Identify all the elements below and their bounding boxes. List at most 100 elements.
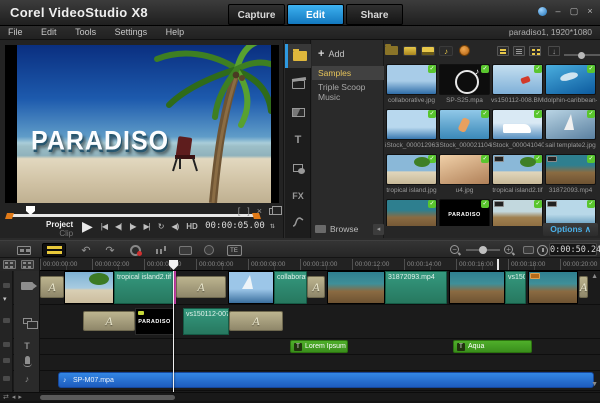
transition-clip[interactable]: A	[579, 276, 588, 298]
transition-icon[interactable]	[285, 100, 311, 124]
library-item[interactable]: ✓SP-S25.mpa	[438, 64, 491, 104]
project-mode-label[interactable]: Project	[46, 220, 73, 229]
subtitle-editor-icon[interactable]: TE	[224, 243, 244, 257]
library-item[interactable]: ✓dolphin-caribbean-crui...	[544, 64, 597, 104]
library-thumbnail[interactable]: ✓	[386, 64, 437, 95]
preview-video[interactable]: PARADISO	[5, 45, 279, 203]
maximize-button[interactable]: ▢	[569, 6, 579, 16]
clip-trim-edge[interactable]	[174, 271, 176, 304]
library-item[interactable]: ✓u4.jpg	[438, 154, 491, 194]
music-clip[interactable]: ♪SP-M07.mpa	[58, 372, 594, 388]
thumbnail-zoom-slider[interactable]	[564, 54, 600, 56]
transition-clip[interactable]: A	[176, 276, 226, 298]
title-track-icon[interactable]: T	[14, 341, 40, 351]
undo-button[interactable]: ↶	[78, 243, 94, 257]
auto-music-icon[interactable]	[176, 243, 194, 257]
music-track-icon[interactable]: ♪	[14, 374, 40, 384]
library-thumbnail[interactable]: ✓	[492, 109, 543, 140]
fit-project-icon[interactable]	[520, 243, 536, 257]
timeline-ruler[interactable]: 00:00:00:0000:00:02:0000:00:04:0000:00:0…	[0, 258, 600, 271]
library-thumbnail[interactable]: ✓	[386, 154, 437, 185]
enlarge-preview-button[interactable]	[269, 208, 277, 215]
library-thumbnail[interactable]: ✓	[545, 109, 596, 140]
next-frame-button[interactable]: |▶	[129, 222, 135, 231]
tracks-scroll-down-icon[interactable]: ▼	[591, 381, 598, 388]
options-button[interactable]: Options ∧	[543, 223, 598, 236]
detail-view-icon[interactable]	[513, 46, 525, 56]
tab-capture[interactable]: Capture	[228, 4, 285, 25]
library-thumbnail[interactable]: ✓	[492, 64, 543, 95]
video-track-mute-icon[interactable]	[3, 283, 10, 288]
library-item[interactable]: ✓	[491, 199, 544, 226]
sort-icon[interactable]: ↓	[548, 46, 560, 56]
tab-edit[interactable]: Edit	[287, 4, 344, 25]
folder-triple-scoop[interactable]: Triple Scoop Music	[312, 80, 384, 104]
timeline-hscrollbar[interactable]: ⇄◂▸	[0, 392, 600, 401]
repeat-button[interactable]: ↻	[158, 222, 164, 231]
library-thumbnail[interactable]: ✓	[492, 154, 543, 185]
library-item[interactable]: ✓tropical island.jpg	[385, 154, 438, 194]
volume-button[interactable]: ◀)	[171, 222, 178, 231]
transition-clip[interactable]: A	[83, 311, 135, 331]
minimize-button[interactable]: –	[553, 6, 563, 16]
library-item[interactable]: ✓	[544, 199, 597, 226]
record-capture-icon[interactable]	[126, 243, 144, 257]
show-audio-icon[interactable]: ♪	[439, 46, 453, 56]
tracks-scroll-up-icon[interactable]: ▲	[591, 273, 598, 280]
menu-file[interactable]: File	[0, 26, 31, 38]
library-thumbnail[interactable]: ✓	[545, 64, 596, 95]
library-thumbnail[interactable]: PARADISO✓	[439, 199, 490, 226]
duration-clock-icon[interactable]	[537, 243, 548, 257]
help-icon[interactable]	[538, 7, 547, 16]
overlay-title-clip[interactable]: PARADISO	[135, 308, 174, 335]
library-item[interactable]: PARADISO✓	[438, 199, 491, 226]
sound-mixer-icon[interactable]	[152, 243, 170, 257]
import-folder-icon[interactable]	[385, 46, 398, 55]
instant-project-icon[interactable]	[285, 72, 311, 96]
library-thumbnail[interactable]: ✓	[492, 199, 543, 226]
library-thumbnail[interactable]: ✓	[545, 199, 596, 226]
video-clip[interactable]: 31872093.mp4	[327, 271, 447, 304]
library-item[interactable]: ✓sail template2.jpg	[544, 109, 597, 149]
title-track-mute-icon[interactable]	[3, 342, 10, 347]
preview-timecode[interactable]: 00:00:05.00 ⇅	[205, 221, 275, 231]
swap-tracks-icon[interactable]: ⇄	[3, 394, 12, 401]
title-clip[interactable]: TAqua	[453, 340, 532, 353]
zoom-out-icon[interactable]: −	[450, 243, 461, 257]
play-button[interactable]: ▶	[82, 218, 93, 235]
menu-help[interactable]: Help	[158, 26, 193, 38]
transition-clip[interactable]: A	[307, 276, 325, 298]
tab-share[interactable]: Share	[346, 4, 403, 25]
voice-track-icon[interactable]	[14, 356, 40, 366]
mark-in-button[interactable]: [	[238, 206, 241, 216]
split-clip-button[interactable]: ×	[257, 206, 262, 216]
library-item[interactable]: ✓31872093.mp4	[544, 154, 597, 194]
prev-frame-button[interactable]: ◀|	[115, 222, 121, 231]
folder-samples[interactable]: Samples	[312, 66, 384, 80]
title-clip[interactable]: TLorem Ipsum	[290, 340, 348, 353]
storyboard-view-button[interactable]	[12, 243, 36, 257]
mark-out-button[interactable]: ]	[247, 206, 250, 216]
grid-page-back-button[interactable]: ◂	[373, 224, 384, 235]
overlay-track-icon[interactable]	[14, 316, 40, 326]
library-item[interactable]: ✓vs150112-008.BMP	[491, 64, 544, 104]
overlay-clip[interactable]: vs150112-007.pn	[183, 308, 229, 335]
voice-track-mute-icon[interactable]	[3, 358, 10, 363]
hscrollbar-thumb[interactable]	[40, 395, 175, 400]
redo-button[interactable]: ↷	[102, 243, 118, 257]
media-icon[interactable]	[285, 44, 311, 68]
title-icon[interactable]: T	[285, 128, 311, 152]
library-thumbnail[interactable]: ✓	[439, 64, 490, 95]
zoom-in-icon[interactable]: +	[504, 243, 515, 257]
list-view-icon[interactable]	[497, 46, 509, 56]
end-button[interactable]: ▶|	[143, 222, 149, 231]
filter-fx-icon[interactable]: FX	[285, 184, 311, 208]
clip-mode-label[interactable]: Clip	[46, 229, 73, 238]
transition-clip[interactable]: A	[229, 311, 283, 331]
transition-clip[interactable]: A	[40, 276, 64, 298]
library-item[interactable]: ✓iStock_000021104321...	[438, 109, 491, 149]
close-button[interactable]: ×	[585, 6, 595, 16]
show-photos-icon[interactable]	[421, 46, 435, 56]
home-button[interactable]: |◀	[101, 222, 107, 231]
record-import-icon[interactable]	[459, 45, 470, 56]
